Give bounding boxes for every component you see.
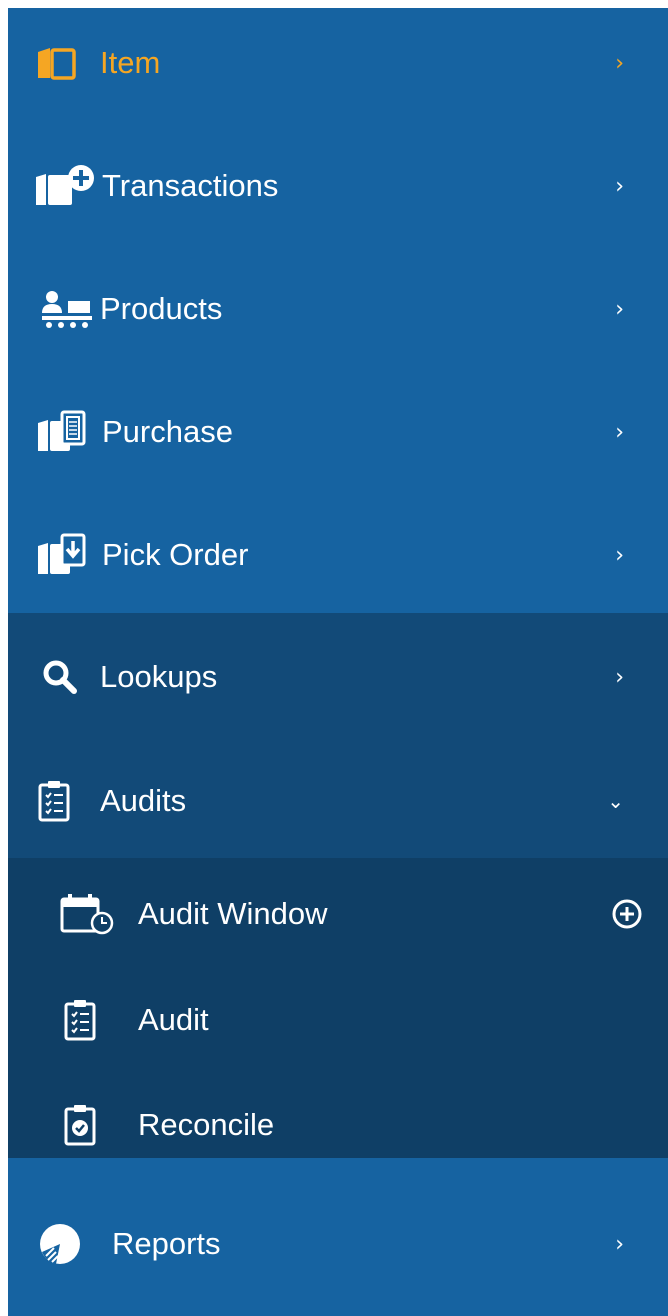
menu-item-label: Transactions bbox=[102, 168, 279, 203]
calendar-clock-icon bbox=[60, 893, 118, 935]
doc-download-icon bbox=[36, 532, 96, 578]
doc-receipt-icon bbox=[36, 409, 96, 455]
menu-item-label: Reports bbox=[112, 1226, 221, 1261]
chevron-right-icon: › bbox=[615, 50, 624, 76]
menu-item-pick-order[interactable]: Pick Order › bbox=[8, 524, 668, 586]
submenu-item-label: Audit Window bbox=[138, 896, 328, 931]
submenu-item-reconcile[interactable]: Reconcile bbox=[8, 1095, 668, 1155]
plus-circle-icon[interactable] bbox=[611, 898, 643, 930]
doc-plus-icon bbox=[34, 163, 100, 209]
clipboard-list-icon bbox=[64, 999, 96, 1041]
menu-item-lookups[interactable]: Lookups › bbox=[8, 646, 668, 708]
chevron-right-icon: › bbox=[615, 664, 624, 690]
clipboard-list-icon bbox=[38, 780, 70, 822]
submenu-item-label: Audit bbox=[138, 1002, 209, 1037]
chevron-right-icon: › bbox=[615, 173, 624, 199]
chevron-right-icon: › bbox=[615, 419, 624, 445]
submenu-item-audit-window[interactable]: Audit Window bbox=[8, 884, 668, 944]
submenu-item-audit[interactable]: Audit bbox=[8, 990, 668, 1050]
menu-item-label: Purchase bbox=[102, 414, 233, 449]
sidebar: Item › Transactions › Products › Purchas… bbox=[8, 8, 668, 1316]
menu-item-label: Pick Order bbox=[102, 537, 249, 572]
chevron-down-icon: ⌄ bbox=[607, 789, 624, 813]
chevron-right-icon: › bbox=[615, 1231, 624, 1257]
conveyor-icon bbox=[40, 289, 96, 329]
chevron-right-icon: › bbox=[615, 296, 624, 322]
search-icon bbox=[42, 659, 78, 695]
menu-item-label: Products bbox=[100, 291, 223, 326]
menu-item-item[interactable]: Item › bbox=[8, 32, 668, 94]
menu-item-purchase[interactable]: Purchase › bbox=[8, 401, 668, 463]
menu-item-label: Lookups bbox=[100, 659, 218, 694]
submenu-item-label: Reconcile bbox=[138, 1107, 275, 1142]
menu-item-products[interactable]: Products › bbox=[8, 278, 668, 340]
pie-chart-icon bbox=[38, 1222, 82, 1266]
menu-item-transactions[interactable]: Transactions › bbox=[8, 155, 668, 217]
menu-item-reports[interactable]: Reports › bbox=[8, 1213, 668, 1275]
menu-item-audits[interactable]: Audits ⌄ bbox=[8, 770, 668, 832]
book-icon bbox=[36, 46, 76, 80]
clipboard-check-icon bbox=[64, 1104, 96, 1146]
menu-item-label: Item bbox=[100, 45, 161, 80]
chevron-right-icon: › bbox=[615, 542, 624, 568]
menu-item-label: Audits bbox=[100, 783, 187, 818]
